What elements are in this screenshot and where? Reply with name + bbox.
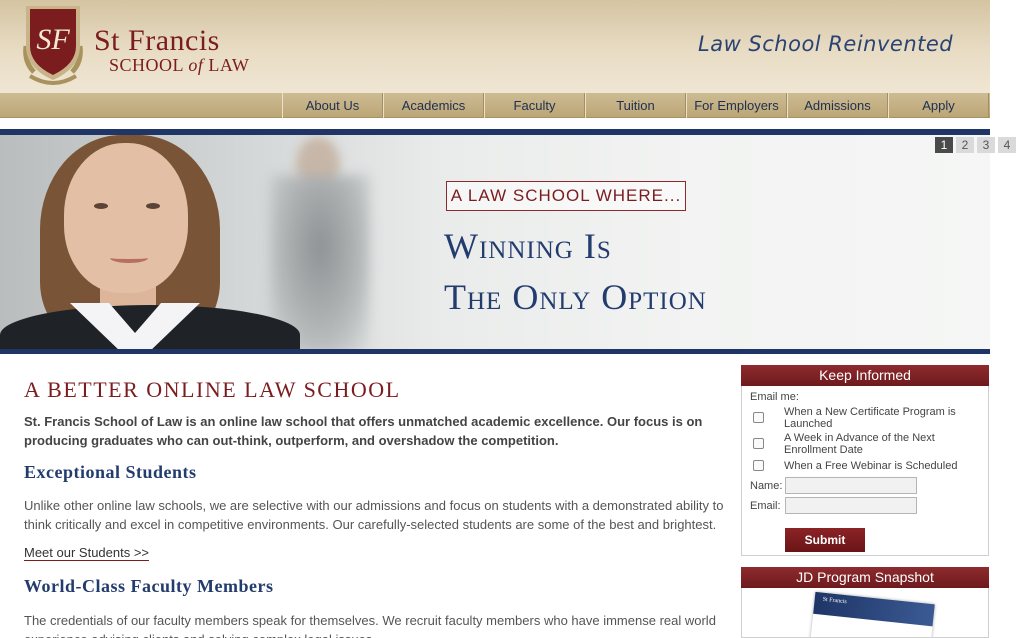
site-header: SF St Francis SCHOOL of LAW Law School R… — [0, 0, 990, 93]
section-heading-faculty: World-Class Faculty Members — [24, 576, 274, 596]
faculty-text: The credentials of our faculty members s… — [24, 613, 716, 638]
enrollment-date-checkbox[interactable] — [753, 438, 764, 449]
page-title: A BETTER ONLINE LAW SCHOOL — [24, 377, 401, 402]
nav-item-apply[interactable]: Apply — [888, 93, 989, 118]
hero-kicker: A LAW SCHOOL WHERE... — [446, 181, 686, 211]
certificate-program-checkbox[interactable] — [753, 412, 764, 423]
logo-sub-prefix: SCHOOL — [109, 55, 184, 75]
keep-informed-header: Keep Informed — [741, 365, 989, 386]
section-heading-students: Exceptional Students — [24, 462, 197, 482]
logo-sub-of: of — [188, 55, 204, 75]
intro-text: St. Francis School of Law is an online l… — [24, 414, 703, 448]
hero-woman-eye — [146, 203, 160, 209]
document-thumbnail-logo: St Francis — [822, 596, 848, 606]
hero-headline-line2: The Only Option — [444, 277, 707, 317]
slide-button-4[interactable]: 4 — [998, 137, 1016, 153]
hero-woman-face — [64, 143, 188, 293]
logo-sub-suffix: LAW — [208, 55, 250, 75]
nav-item-faculty[interactable]: Faculty — [484, 93, 585, 118]
hero-woman-smile — [110, 253, 148, 263]
jd-snapshot-header: JD Program Snapshot — [741, 567, 989, 588]
meet-students-link[interactable]: Meet our Students >> — [24, 545, 150, 561]
certificate-program-label: When a New Certificate Program is Launch… — [784, 406, 956, 430]
nav-item-admissions[interactable]: Admissions — [787, 93, 888, 118]
name-input[interactable] — [785, 477, 917, 494]
students-text: Unlike other online law schools, we are … — [24, 498, 724, 532]
jd-snapshot-document-thumbnail[interactable]: St Francis — [809, 591, 935, 637]
name-field-label: Name: — [750, 480, 783, 492]
site-tagline: Law School Reinvented — [698, 32, 954, 56]
logo-school-subtitle: SCHOOL of LAW — [109, 55, 249, 76]
main-nav: About Us Academics Faculty Tuition For E… — [0, 93, 990, 118]
nav-item-for-employers[interactable]: For Employers — [686, 93, 787, 118]
document-thumbnail-banner: St Francis — [813, 591, 935, 627]
logo-monogram: SF — [36, 23, 70, 56]
hero-woman-eye — [94, 203, 108, 209]
hero-bottom-rule — [0, 349, 990, 354]
email-input[interactable] — [785, 497, 917, 514]
hero-headline-line1: Winning Is — [444, 226, 612, 266]
jd-snapshot-panel: St Francis — [741, 588, 989, 638]
email-me-label: Email me: — [750, 391, 799, 403]
school-crest-icon[interactable]: SF — [20, 2, 86, 90]
nav-item-tuition[interactable]: Tuition — [585, 93, 686, 118]
slide-button-1[interactable]: 1 — [935, 137, 953, 153]
email-field-label: Email: — [750, 500, 781, 512]
enrollment-date-label: A Week in Advance of the Next Enrollment… — [784, 432, 935, 456]
submit-button[interactable]: Submit — [785, 528, 865, 552]
slide-button-3[interactable]: 3 — [977, 137, 995, 153]
free-webinar-checkbox[interactable] — [753, 460, 764, 471]
hero-slide-pager: 1 2 3 4 — [935, 137, 1016, 153]
free-webinar-label: When a Free Webinar is Scheduled — [784, 460, 958, 472]
nav-item-about-us[interactable]: About Us — [282, 93, 383, 118]
slide-button-2[interactable]: 2 — [956, 137, 974, 153]
logo-school-name[interactable]: St Francis — [94, 24, 220, 58]
keep-informed-form: Email me: When a New Certificate Program… — [741, 386, 989, 556]
nav-item-academics[interactable]: Academics — [383, 93, 484, 118]
